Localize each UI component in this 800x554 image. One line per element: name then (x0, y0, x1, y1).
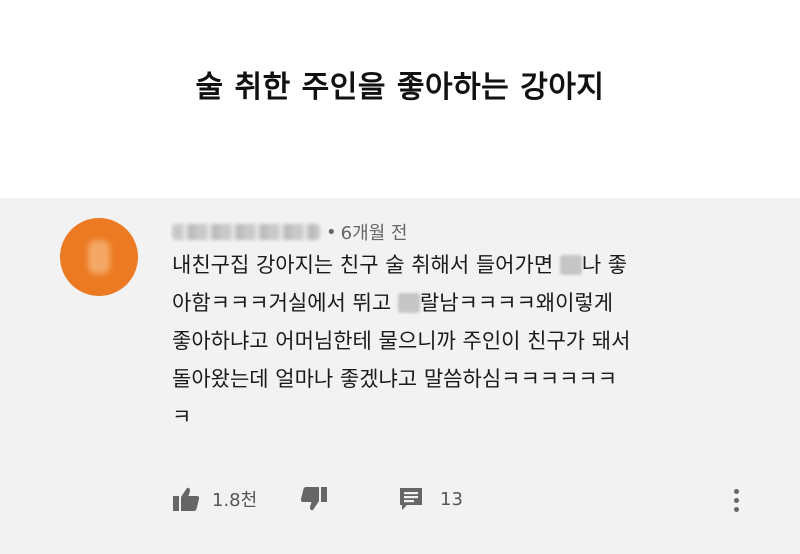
comment-icon (400, 488, 422, 510)
like-count: 1.8천 (212, 490, 258, 511)
like-button[interactable]: 1.8천 (172, 486, 257, 512)
comment-line: 내친구집 강아지는 친구 술 취해서 들어가면 나 좋 (172, 253, 628, 277)
comment-line: ㅋ (172, 405, 192, 429)
reply-button[interactable]: 13 (398, 486, 463, 512)
thumbs-down-icon (300, 487, 327, 511)
thumbs-up-icon (173, 487, 200, 511)
dislike-button[interactable] (300, 486, 328, 512)
comment-card: • 6개월 전 내친구집 강아지는 친구 술 취해서 들어가면 나 좋 아함ㅋㅋ… (0, 198, 800, 554)
comment-line: 좋아하냐고 어머님한테 물으니까 주인이 친구가 돼서 (172, 329, 631, 353)
comment-actions: 1.8천 13 (172, 486, 772, 516)
comment-line: 돌아왔는데 얼마나 좋겠냐고 말씀하심ㅋㅋㅋㅋㅋㅋ (172, 367, 618, 391)
avatar[interactable] (60, 218, 138, 296)
comment-meta: • 6개월 전 (172, 220, 407, 244)
page-headline: 술 취한 주인을 좋아하는 강아지 (195, 70, 605, 105)
comment-timestamp[interactable]: 6개월 전 (341, 219, 408, 245)
redacted-text (559, 255, 582, 275)
comment-text: 내친구집 강아지는 친구 술 취해서 들어가면 나 좋 아함ㅋㅋㅋ거실에서 뛰고… (172, 246, 772, 436)
avatar-initial-blurred (88, 240, 110, 274)
comment-line: 아함ㅋㅋㅋ거실에서 뛰고 랄남ㅋㅋㅋㅋ왜이렇게 (172, 291, 614, 315)
more-options-icon[interactable] (730, 486, 742, 516)
redacted-text (397, 293, 420, 313)
meta-separator: • (326, 221, 337, 243)
reply-count: 13 (440, 488, 463, 510)
username-redacted[interactable] (172, 224, 320, 240)
